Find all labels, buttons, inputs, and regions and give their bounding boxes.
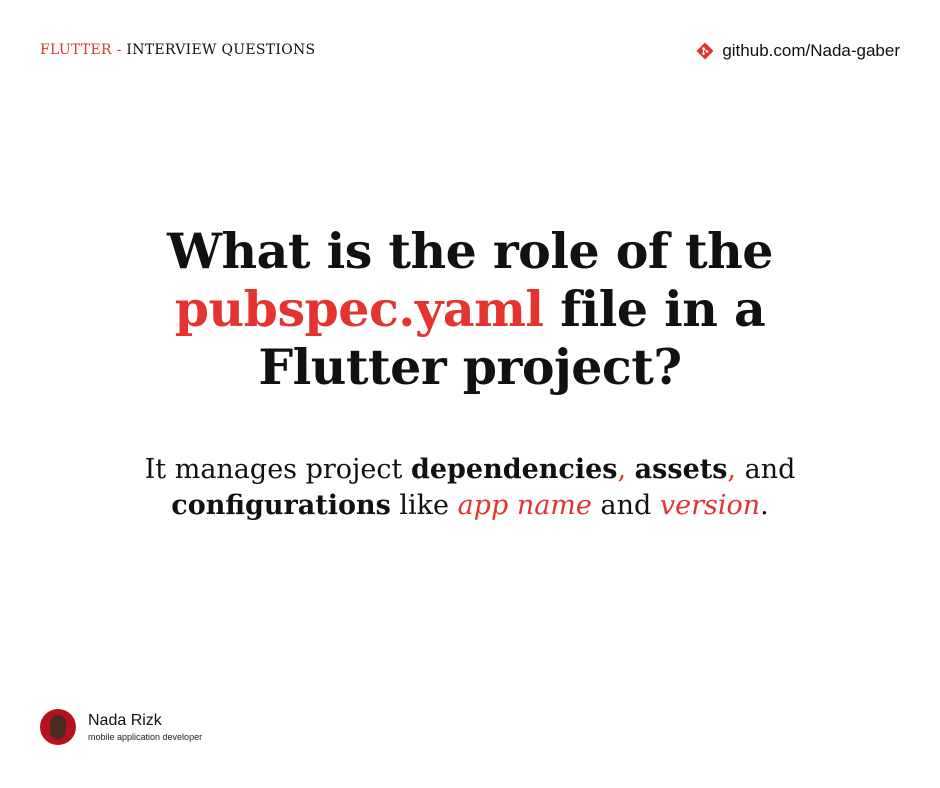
answer-keyword-configurations: configurations <box>171 490 391 521</box>
answer-text: It manages project dependencies, assets,… <box>0 452 940 524</box>
answer-example-version: version <box>659 490 761 521</box>
github-link[interactable]: github.com/Nada-gaber <box>696 41 900 61</box>
answer-text-part: It manages project <box>144 454 411 485</box>
answer-example-app-name: app name <box>457 490 592 521</box>
author-name: Nada Rizk <box>88 712 162 729</box>
git-icon <box>696 42 714 60</box>
title-separator: - <box>111 42 127 58</box>
author-card: Nada Rizk mobile application developer <box>40 709 202 745</box>
avatar <box>40 709 76 745</box>
answer-line-1: It manages project dependencies, assets,… <box>0 452 940 488</box>
answer-line-2: configurations like app name and version… <box>0 488 940 524</box>
answer-space <box>626 454 635 485</box>
topic-label: FLUTTER <box>40 42 112 58</box>
github-link-text[interactable]: github.com/Nada-gaber <box>722 41 900 61</box>
question-highlight: pubspec.yaml <box>174 280 544 338</box>
answer-comma: , <box>617 454 627 485</box>
answer-period: . <box>760 490 769 521</box>
answer-keyword-dependencies: dependencies <box>410 454 618 485</box>
author-info: Nada Rizk mobile application developer <box>88 712 202 742</box>
answer-comma: , <box>727 454 737 485</box>
question-line-2-rest: file in a <box>543 280 766 338</box>
answer-text-part: like <box>390 490 458 521</box>
answer-text-part: and <box>736 454 796 485</box>
question-line-2: pubspec.yaml file in a <box>0 280 940 338</box>
author-role: mobile application developer <box>88 732 203 742</box>
series-title: FLUTTER - INTERVIEW QUESTIONS <box>40 42 315 58</box>
question-line-1: What is the role of the <box>167 222 773 280</box>
question-heading: What is the role of the pubspec.yaml fil… <box>0 222 940 396</box>
answer-text-part: and <box>591 490 660 521</box>
series-label: INTERVIEW QUESTIONS <box>126 42 316 58</box>
answer-keyword-assets: assets <box>634 454 728 485</box>
question-line-3: Flutter project? <box>258 338 682 396</box>
